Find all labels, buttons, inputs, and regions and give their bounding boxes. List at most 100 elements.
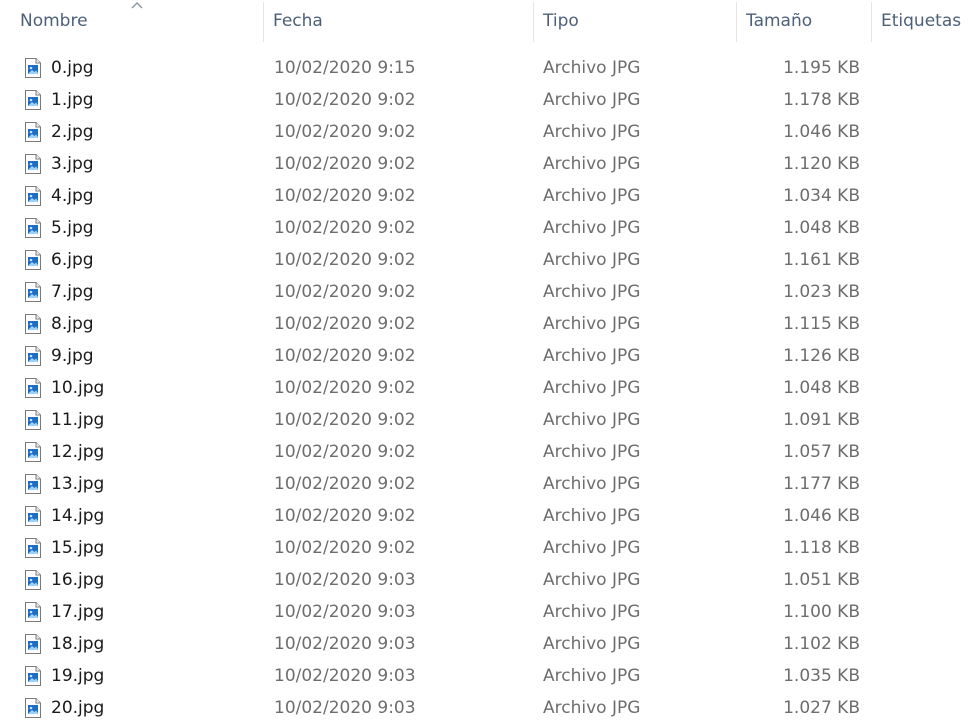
file-row[interactable]: 5.jpg 10/02/2020 9:02 Archivo JPG 1.048 …: [0, 212, 972, 244]
image-file-icon: [25, 90, 41, 110]
image-file-icon: [25, 186, 41, 206]
file-name: 6.jpg: [51, 250, 94, 270]
file-date: 10/02/2020 9:02: [274, 314, 416, 334]
file-name: 1.jpg: [51, 90, 94, 110]
file-date: 10/02/2020 9:02: [274, 410, 416, 430]
file-date: 10/02/2020 9:03: [274, 698, 416, 718]
file-date: 10/02/2020 9:15: [274, 58, 416, 78]
column-header-type[interactable]: Tipo: [543, 0, 579, 42]
image-file-icon: [25, 634, 41, 654]
column-divider[interactable]: [263, 2, 264, 42]
file-name: 8.jpg: [51, 314, 94, 334]
file-row[interactable]: 2.jpg 10/02/2020 9:02 Archivo JPG 1.046 …: [0, 116, 972, 148]
file-row[interactable]: 3.jpg 10/02/2020 9:02 Archivo JPG 1.120 …: [0, 148, 972, 180]
file-type: Archivo JPG: [543, 698, 641, 718]
image-file-icon: [25, 250, 41, 270]
file-size: 1.046 KB: [783, 122, 860, 142]
file-date: 10/02/2020 9:02: [274, 538, 416, 558]
file-type: Archivo JPG: [543, 90, 641, 110]
image-file-icon: [25, 58, 41, 78]
column-divider[interactable]: [533, 2, 534, 42]
file-row[interactable]: 20.jpg 10/02/2020 9:03 Archivo JPG 1.027…: [0, 692, 972, 724]
file-name: 3.jpg: [51, 154, 94, 174]
file-type: Archivo JPG: [543, 378, 641, 398]
file-row[interactable]: 6.jpg 10/02/2020 9:02 Archivo JPG 1.161 …: [0, 244, 972, 276]
image-file-icon: [25, 506, 41, 526]
file-size: 1.057 KB: [783, 442, 860, 462]
column-header-date[interactable]: Fecha: [273, 0, 323, 42]
file-type: Archivo JPG: [543, 58, 641, 78]
file-type: Archivo JPG: [543, 538, 641, 558]
file-row[interactable]: 0.jpg 10/02/2020 9:15 Archivo JPG 1.195 …: [0, 52, 972, 84]
file-row[interactable]: 16.jpg 10/02/2020 9:03 Archivo JPG 1.051…: [0, 564, 972, 596]
file-name: 18.jpg: [51, 634, 105, 654]
file-row[interactable]: 7.jpg 10/02/2020 9:02 Archivo JPG 1.023 …: [0, 276, 972, 308]
file-date: 10/02/2020 9:02: [274, 250, 416, 270]
file-name: 16.jpg: [51, 570, 105, 590]
file-size: 1.048 KB: [783, 218, 860, 238]
file-name: 2.jpg: [51, 122, 94, 142]
image-file-icon: [25, 666, 41, 686]
file-type: Archivo JPG: [543, 570, 641, 590]
file-type: Archivo JPG: [543, 314, 641, 334]
file-row[interactable]: 10.jpg 10/02/2020 9:02 Archivo JPG 1.048…: [0, 372, 972, 404]
column-divider[interactable]: [736, 2, 737, 42]
file-row[interactable]: 14.jpg 10/02/2020 9:02 Archivo JPG 1.046…: [0, 500, 972, 532]
file-size: 1.034 KB: [783, 186, 860, 206]
file-date: 10/02/2020 9:02: [274, 90, 416, 110]
file-size: 1.177 KB: [783, 474, 860, 494]
file-date: 10/02/2020 9:03: [274, 666, 416, 686]
file-name: 4.jpg: [51, 186, 94, 206]
file-row[interactable]: 19.jpg 10/02/2020 9:03 Archivo JPG 1.035…: [0, 660, 972, 692]
file-date: 10/02/2020 9:02: [274, 506, 416, 526]
file-size: 1.161 KB: [783, 250, 860, 270]
image-file-icon: [25, 218, 41, 238]
image-file-icon: [25, 282, 41, 302]
column-header-tags-label: Etiquetas: [881, 11, 962, 31]
file-date: 10/02/2020 9:02: [274, 122, 416, 142]
file-name: 13.jpg: [51, 474, 105, 494]
column-divider[interactable]: [871, 2, 872, 42]
image-file-icon: [25, 122, 41, 142]
file-row[interactable]: 1.jpg 10/02/2020 9:02 Archivo JPG 1.178 …: [0, 84, 972, 116]
file-name: 0.jpg: [51, 58, 94, 78]
column-header-name[interactable]: Nombre: [20, 0, 88, 42]
file-type: Archivo JPG: [543, 154, 641, 174]
file-row[interactable]: 12.jpg 10/02/2020 9:02 Archivo JPG 1.057…: [0, 436, 972, 468]
file-row[interactable]: 17.jpg 10/02/2020 9:03 Archivo JPG 1.100…: [0, 596, 972, 628]
image-file-icon: [25, 538, 41, 558]
file-row[interactable]: 11.jpg 10/02/2020 9:02 Archivo JPG 1.091…: [0, 404, 972, 436]
file-name: 10.jpg: [51, 378, 105, 398]
file-name: 11.jpg: [51, 410, 105, 430]
file-type: Archivo JPG: [543, 282, 641, 302]
file-list: 0.jpg 10/02/2020 9:15 Archivo JPG 1.195 …: [0, 52, 972, 724]
column-header-bar: Nombre Fecha Tipo Tamaño Etiquetas: [0, 0, 972, 42]
file-name: 12.jpg: [51, 442, 105, 462]
file-row[interactable]: 9.jpg 10/02/2020 9:02 Archivo JPG 1.126 …: [0, 340, 972, 372]
image-file-icon: [25, 602, 41, 622]
file-size: 1.035 KB: [783, 666, 860, 686]
file-row[interactable]: 4.jpg 10/02/2020 9:02 Archivo JPG 1.034 …: [0, 180, 972, 212]
file-size: 1.195 KB: [783, 58, 860, 78]
sort-up-chevron-icon: [131, 2, 143, 9]
file-date: 10/02/2020 9:02: [274, 218, 416, 238]
file-type: Archivo JPG: [543, 410, 641, 430]
file-size: 1.051 KB: [783, 570, 860, 590]
file-size: 1.023 KB: [783, 282, 860, 302]
column-header-size[interactable]: Tamaño: [746, 0, 812, 42]
file-row[interactable]: 18.jpg 10/02/2020 9:03 Archivo JPG 1.102…: [0, 628, 972, 660]
file-type: Archivo JPG: [543, 602, 641, 622]
file-size: 1.118 KB: [783, 538, 860, 558]
file-name: 5.jpg: [51, 218, 94, 238]
file-type: Archivo JPG: [543, 186, 641, 206]
column-header-tags[interactable]: Etiquetas: [881, 0, 961, 42]
file-name: 19.jpg: [51, 666, 105, 686]
file-date: 10/02/2020 9:02: [274, 186, 416, 206]
file-row[interactable]: 8.jpg 10/02/2020 9:02 Archivo JPG 1.115 …: [0, 308, 972, 340]
image-file-icon: [25, 570, 41, 590]
file-date: 10/02/2020 9:03: [274, 602, 416, 622]
file-row[interactable]: 13.jpg 10/02/2020 9:02 Archivo JPG 1.177…: [0, 468, 972, 500]
file-size: 1.126 KB: [783, 346, 860, 366]
file-row[interactable]: 15.jpg 10/02/2020 9:02 Archivo JPG 1.118…: [0, 532, 972, 564]
file-type: Archivo JPG: [543, 346, 641, 366]
